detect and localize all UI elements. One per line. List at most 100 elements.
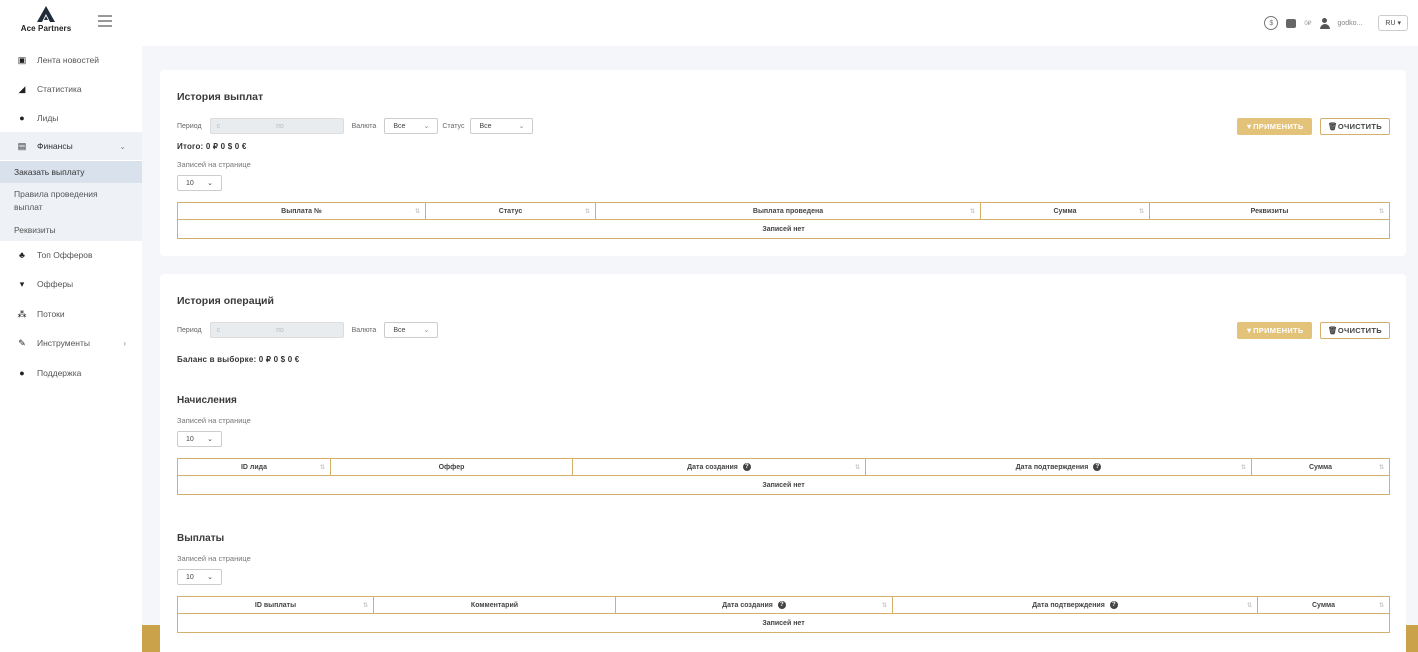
currency-value: Все [393, 326, 406, 334]
card-top-right [793, 34, 1406, 46]
sort-icon: ⇅ [1378, 208, 1384, 215]
sidebar-item-offers[interactable]: ▾ Офферы [0, 270, 142, 298]
period-label: Период [177, 122, 202, 130]
column-header[interactable]: Сумма ⇅ [1252, 459, 1389, 475]
rows-per-page-select[interactable]: 10 ⌄ [177, 569, 222, 585]
chevron-down-icon: ⌄ [207, 180, 213, 187]
footer-accent-left [142, 625, 160, 652]
payout-history-title: История выплат [177, 91, 264, 103]
column-header[interactable]: Дата создания? ⇅ [573, 459, 866, 475]
column-header[interactable]: Сумма ⇅ [981, 203, 1150, 219]
sidebar-item-top-offers[interactable]: ♣ Топ Офферов [0, 241, 142, 269]
clear-button[interactable]: 🗑 ОЧИСТИТЬ [1320, 118, 1390, 135]
payout-history-table: Выплата № ⇅ Статус ⇅ Выплата проведена ⇅ Су… [177, 202, 1390, 239]
status-value: Все [479, 122, 492, 130]
column-header[interactable]: Статус ⇅ [426, 203, 596, 219]
status-select[interactable]: Все ⌄ [470, 118, 534, 134]
column-header[interactable]: Оффер [331, 459, 573, 475]
apply-button[interactable]: ▼ ПРИМЕНИТЬ [1237, 118, 1312, 135]
filter-icon: ▼ [1245, 326, 1254, 335]
menu-toggle-icon[interactable] [98, 15, 112, 27]
rows-per-page-select[interactable]: 10 ⌄ [177, 175, 222, 191]
wallet-icon[interactable] [1286, 18, 1297, 28]
operations-filters: Период с по Валюта Все ⌄ [177, 322, 446, 338]
check-circle-icon: ● [19, 113, 25, 123]
column-label: ID лида [240, 463, 268, 471]
sidebar-item-streams[interactable]: ⁂ Потоки [0, 300, 142, 328]
rows-per-page-value: 10 [186, 435, 194, 443]
apply-button[interactable]: ▼ ПРИМЕНИТЬ [1237, 322, 1312, 339]
sidebar-item-label: Потоки [37, 309, 65, 319]
period-label: Период [177, 326, 202, 334]
sidebar-item-label: Поддержка [37, 368, 82, 378]
column-label: Сумма [1053, 207, 1077, 215]
empty-row: Записей нет [762, 225, 805, 233]
column-label: Дата создания [722, 601, 773, 609]
sort-icon: ⇅ [1240, 464, 1246, 471]
column-header[interactable]: Сумма ⇅ [1258, 597, 1389, 613]
wrench-icon: ✎ [18, 337, 26, 348]
sort-icon: ⇅ [319, 464, 325, 471]
trophy-icon: ♣ [19, 250, 25, 260]
sort-icon: ⇅ [881, 602, 887, 609]
sidebar-item-label: Лента новостей [37, 55, 99, 65]
sort-icon: ⇅ [854, 464, 860, 471]
clear-button[interactable]: 🗑 ОЧИСТИТЬ [1320, 322, 1390, 339]
question-icon[interactable]: ? [1109, 601, 1118, 609]
sidebar-item-support[interactable]: ● Поддержка [0, 359, 142, 387]
chevron-down-icon: ⌄ [207, 436, 213, 443]
question-icon[interactable]: ? [777, 601, 786, 609]
rows-per-page-select[interactable]: 10 ⌄ [177, 431, 222, 447]
sort-icon: ⇅ [414, 208, 420, 215]
sidebar-item-leads[interactable]: ● Лиды [0, 104, 142, 132]
period-input[interactable]: с по [209, 322, 344, 338]
sidebar-item-news[interactable]: ▣ Лента новостей [0, 46, 142, 74]
column-header[interactable]: Комментарий [374, 597, 616, 613]
sidebar-item-statistics[interactable]: ◢ Статистика [0, 75, 142, 103]
user-icon[interactable] [1319, 17, 1330, 29]
column-label: Выплата проведена [752, 207, 824, 215]
column-header[interactable]: Выплата проведена ⇅ [596, 203, 981, 219]
currency-select[interactable]: Все ⌄ [384, 322, 439, 338]
logo-mark-icon [37, 6, 55, 22]
currency-exchange-icon[interactable]: $ [1264, 16, 1279, 30]
sidebar-item-finance[interactable]: ▤ Финансы ⌄ [0, 132, 142, 160]
sidebar: ▣ Лента новостей ◢ Статистика ● Лиды ▤ Финан… [0, 46, 142, 652]
currency-select[interactable]: Все ⌄ [384, 118, 439, 134]
username[interactable]: godko... [1338, 20, 1363, 27]
chevron-down-icon: ⌄ [518, 123, 525, 130]
cart-icon: ▾ [19, 278, 25, 289]
news-icon: ▣ [17, 54, 27, 65]
column-label: ID выплаты [254, 601, 297, 609]
column-header[interactable]: ID лида ⇅ [178, 459, 331, 475]
from-placeholder: с [216, 122, 221, 130]
sidebar-item-tools[interactable]: ✎ Инструменты › [0, 329, 142, 357]
chevron-down-icon: ⌄ [423, 327, 430, 334]
column-header[interactable]: Выплата № ⇅ [178, 203, 426, 219]
column-header[interactable]: Реквизиты ⇅ [1150, 203, 1389, 219]
logo[interactable]: Ace Partners [16, 6, 76, 42]
column-header[interactable]: Дата подтверждения? ⇅ [866, 459, 1252, 475]
rows-per-page-value: 10 [186, 573, 194, 581]
question-icon[interactable]: ? [742, 463, 751, 471]
sidebar-subitem-payout-rules[interactable]: Правила проведения выплат [0, 183, 142, 219]
question-icon[interactable]: ? [1093, 463, 1102, 471]
accruals-title: Начисления [177, 395, 237, 406]
payout-total: Итого: 0 ₽ 0 $ 0 € [177, 142, 247, 151]
table-header: ID выплаты ⇅ Комментарий Дата создания? ⇅ … [178, 597, 1389, 614]
payouts-table: ID выплаты ⇅ Комментарий Дата создания? ⇅ … [177, 596, 1390, 633]
sidebar-subitem-request-payout[interactable]: Заказать выплату [0, 161, 142, 183]
sidebar-subitem-requisites[interactable]: Реквизиты [0, 219, 142, 241]
column-header[interactable]: ID выплаты ⇅ [178, 597, 374, 613]
chevron-right-icon: › [123, 338, 126, 348]
column-header[interactable]: Дата создания? ⇅ [616, 597, 893, 613]
column-label: Статус [498, 207, 523, 215]
top-right-controls: $ 0₽ godko... RU ▾ [1264, 14, 1408, 32]
trash-icon: 🗑 [1328, 326, 1338, 335]
period-input[interactable]: с по [209, 118, 344, 134]
language-select[interactable]: RU ▾ [1378, 15, 1408, 31]
column-header[interactable]: Дата подтверждения? ⇅ [893, 597, 1258, 613]
chevron-down-icon: ⌄ [207, 574, 213, 581]
status-label: Статус [442, 122, 465, 130]
rows-per-page-label: Записей на странице [177, 416, 251, 425]
